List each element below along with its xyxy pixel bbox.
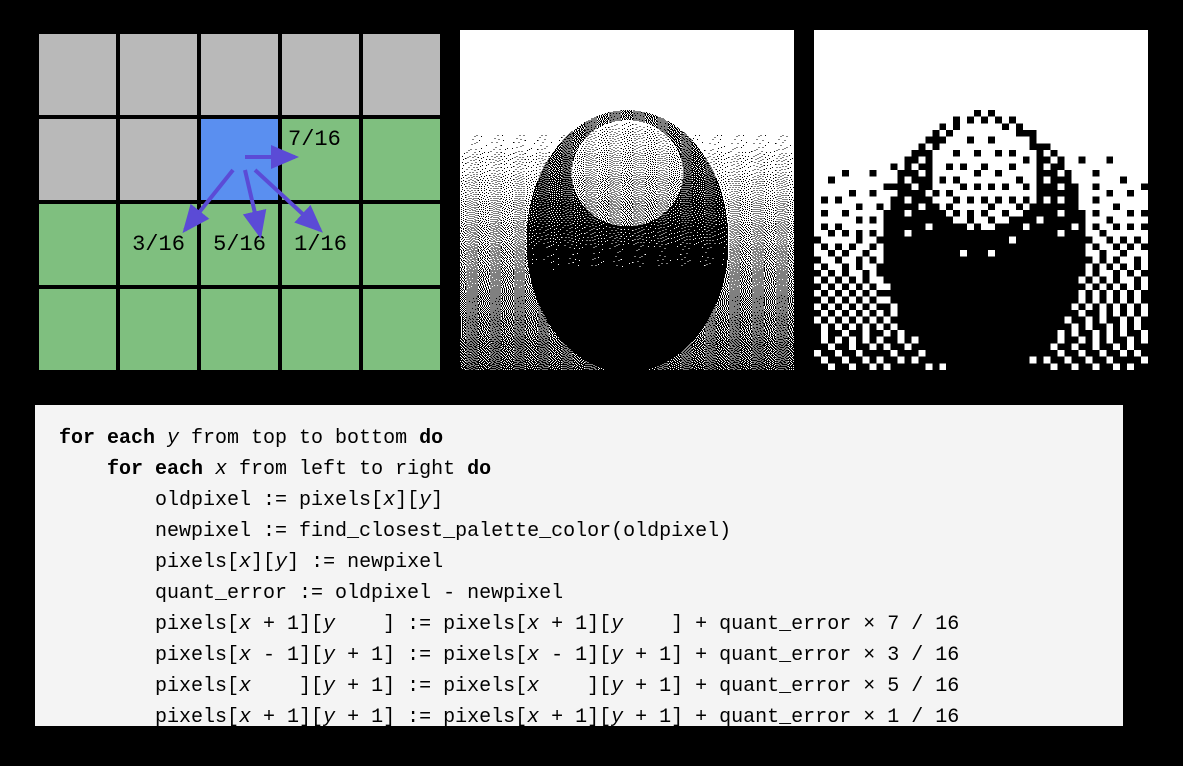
var-x: x bbox=[239, 613, 251, 636]
var-y: y bbox=[611, 644, 623, 667]
text: oldpixel := pixels[ bbox=[155, 489, 383, 512]
text: + 1][ bbox=[539, 613, 611, 636]
grid-cell bbox=[280, 287, 361, 372]
var-x: x bbox=[239, 706, 251, 729]
text: pixels[ bbox=[155, 644, 239, 667]
var-y: y bbox=[275, 551, 287, 574]
page: 7/16 3/165/161/16 for each y bbox=[0, 0, 1183, 766]
text: ][ bbox=[395, 489, 419, 512]
top-row: 7/16 3/165/161/16 bbox=[35, 30, 1148, 370]
text: + 1][ bbox=[539, 706, 611, 729]
text: ] := pixels[ bbox=[335, 613, 527, 636]
text: pixels[ bbox=[155, 706, 239, 729]
weight-right: 7/16 bbox=[288, 127, 341, 152]
var-y: y bbox=[155, 427, 191, 450]
pseudocode-block: for each y from top to bottom do for eac… bbox=[35, 405, 1123, 726]
text: from top to bottom bbox=[191, 427, 419, 450]
weight-down-right: 1/16 bbox=[280, 202, 361, 287]
var-y: y bbox=[323, 644, 335, 667]
error-diffusion-grid: 7/16 3/165/161/16 bbox=[35, 30, 440, 370]
grid-cell bbox=[199, 117, 280, 202]
var-y: y bbox=[611, 613, 623, 636]
var-x: x bbox=[527, 706, 539, 729]
text: ] bbox=[431, 489, 443, 512]
var-y: y bbox=[419, 489, 431, 512]
var-y: y bbox=[323, 613, 335, 636]
grid-cell bbox=[361, 287, 442, 372]
grid-cell bbox=[118, 287, 199, 372]
grid-cell bbox=[199, 287, 280, 372]
text: pixels[ bbox=[155, 613, 239, 636]
keyword-do: do bbox=[419, 427, 443, 450]
grid-cell bbox=[118, 32, 199, 117]
var-y: y bbox=[323, 706, 335, 729]
text: + 1][ bbox=[251, 706, 323, 729]
pixel-grid: 7/16 3/165/161/16 bbox=[35, 30, 444, 374]
text: ][ bbox=[539, 675, 611, 698]
text: ] + quant_error × 7 / 16 bbox=[623, 613, 959, 636]
text: pixels[ bbox=[155, 551, 239, 574]
grid-cell bbox=[118, 117, 199, 202]
text: pixels[ bbox=[155, 675, 239, 698]
text: ][ bbox=[251, 675, 323, 698]
keyword-for: for each bbox=[59, 427, 155, 450]
grid-cell bbox=[280, 32, 361, 117]
text: newpixel := find_closest_palette_color(o… bbox=[155, 520, 731, 543]
var-y: y bbox=[323, 675, 335, 698]
dithered-image-fine bbox=[460, 30, 794, 370]
text: + 1] := pixels[ bbox=[335, 675, 527, 698]
text: - 1][ bbox=[539, 644, 611, 667]
grid-cell bbox=[37, 287, 118, 372]
grid-cell bbox=[37, 32, 118, 117]
text: + 1] + quant_error × 1 / 16 bbox=[623, 706, 959, 729]
grid-cell bbox=[361, 32, 442, 117]
var-y: y bbox=[611, 706, 623, 729]
text: ] := newpixel bbox=[287, 551, 443, 574]
text: + 1][ bbox=[251, 613, 323, 636]
weight-down: 5/16 bbox=[199, 202, 280, 287]
grid-cell bbox=[199, 32, 280, 117]
var-x: x bbox=[383, 489, 395, 512]
var-y: y bbox=[611, 675, 623, 698]
var-x: x bbox=[527, 613, 539, 636]
text: - 1][ bbox=[251, 644, 323, 667]
dithered-image-coarse bbox=[814, 30, 1148, 370]
text: quant_error := oldpixel - newpixel bbox=[155, 582, 563, 605]
var-x: x bbox=[203, 458, 239, 481]
keyword-do: do bbox=[467, 458, 491, 481]
text: from left to right bbox=[239, 458, 467, 481]
text: ][ bbox=[251, 551, 275, 574]
var-x: x bbox=[239, 551, 251, 574]
var-x: x bbox=[239, 644, 251, 667]
grid-cell bbox=[37, 202, 118, 287]
text: + 1] + quant_error × 3 / 16 bbox=[623, 644, 959, 667]
text: + 1] := pixels[ bbox=[335, 706, 527, 729]
grid-cell bbox=[361, 202, 442, 287]
var-x: x bbox=[527, 644, 539, 667]
var-x: x bbox=[239, 675, 251, 698]
grid-cell bbox=[361, 117, 442, 202]
text: + 1] := pixels[ bbox=[335, 644, 527, 667]
weight-down-left: 3/16 bbox=[118, 202, 199, 287]
grid-cell bbox=[37, 117, 118, 202]
text: + 1] + quant_error × 5 / 16 bbox=[623, 675, 959, 698]
grid-cell: 7/16 bbox=[280, 117, 361, 202]
var-x: x bbox=[527, 675, 539, 698]
keyword-for: for each bbox=[107, 458, 203, 481]
